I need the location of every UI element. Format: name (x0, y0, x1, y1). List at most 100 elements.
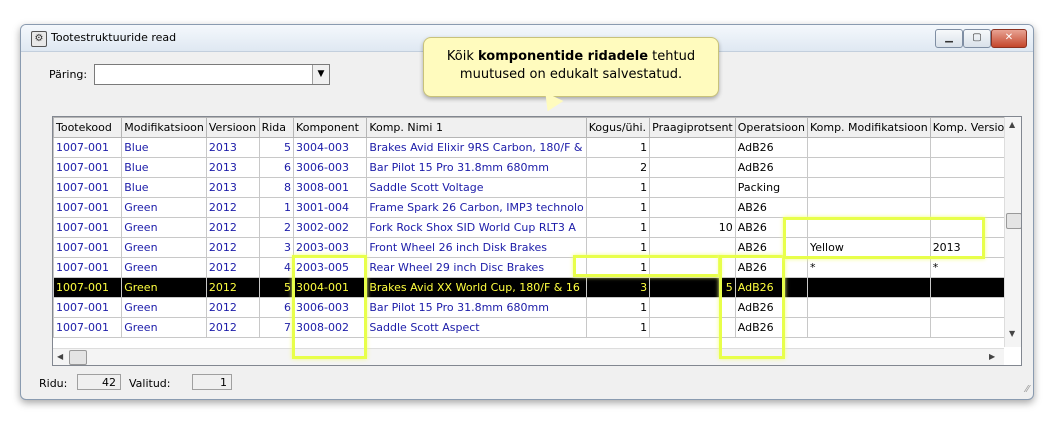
table-cell[interactable]: Frame Spark 26 Carbon, IMP3 technolo (366, 197, 587, 218)
table-cell[interactable]: 2013 (205, 157, 260, 178)
table-cell[interactable]: 2012 (205, 277, 260, 298)
vertical-scrollbar[interactable]: ▲ ▼ (1004, 117, 1021, 347)
table-cell[interactable] (649, 237, 736, 258)
table-cell[interactable]: AB26 (734, 237, 808, 258)
table-cell[interactable]: 5 (649, 277, 736, 298)
table-cell[interactable]: 1 (585, 217, 651, 238)
table-cell[interactable]: AdB26 (734, 317, 808, 338)
table-cell[interactable]: AdB26 (734, 137, 808, 158)
scroll-left-icon[interactable]: ◀ (57, 352, 63, 361)
table-cell[interactable]: 2 (585, 157, 651, 178)
table-row[interactable]: 1007-001 Green 2012 2 3002-002 Fork Rock Shox… (53, 217, 1021, 238)
column-header[interactable]: Rida (258, 117, 295, 138)
table-cell[interactable]: 1 (585, 257, 651, 278)
table-row[interactable]: 1007-001 Green 2012 5 3004-001 Brakes Avid XX… (53, 277, 1021, 298)
table-cell[interactable]: 3 (258, 237, 295, 258)
table-cell[interactable]: 10 (649, 217, 736, 238)
table-cell[interactable]: Rear Wheel 29 inch Disc Brakes (366, 257, 587, 278)
table-cell[interactable]: 1007-001 (53, 297, 123, 318)
table-cell[interactable]: Green (121, 257, 207, 278)
table-cell[interactable]: 1007-001 (53, 277, 123, 298)
table-cell[interactable]: 2012 (205, 297, 260, 318)
maximize-button[interactable]: ▢ (963, 29, 991, 48)
table-cell[interactable]: AdB26 (734, 277, 808, 298)
column-header[interactable]: Versioon (205, 117, 260, 138)
table-cell[interactable] (806, 177, 931, 198)
table-cell[interactable]: 5 (258, 137, 295, 158)
table-row[interactable]: 1007-001 Blue 2013 8 3008-001 Saddle Scott Vo… (53, 177, 1021, 198)
table-cell[interactable]: 3008-002 (293, 317, 368, 338)
minimize-button[interactable]: ▁ (935, 29, 963, 48)
table-cell[interactable]: 2003-003 (293, 237, 368, 258)
table-cell[interactable]: 1 (258, 197, 295, 218)
table-cell[interactable]: AdB26 (734, 297, 808, 318)
table-cell[interactable]: 2012 (205, 237, 260, 258)
chevron-down-icon[interactable]: ▼ (312, 65, 329, 84)
table-cell[interactable]: * (806, 257, 931, 278)
close-button[interactable]: ✕ (991, 29, 1027, 48)
table-cell[interactable]: 2012 (205, 197, 260, 218)
table-cell[interactable]: Packing (734, 177, 808, 198)
table-cell[interactable]: 2013 (205, 177, 260, 198)
horizontal-scroll-thumb[interactable] (69, 350, 87, 365)
table-cell[interactable]: 3006-003 (293, 157, 368, 178)
table-cell[interactable]: Blue (121, 157, 207, 178)
table-cell[interactable]: Saddle Scott Aspect (366, 317, 587, 338)
table-cell[interactable]: Green (121, 197, 207, 218)
table-cell[interactable]: 1 (585, 297, 651, 318)
table-cell[interactable] (649, 257, 736, 278)
scroll-up-icon[interactable]: ▲ (1009, 120, 1015, 129)
table-cell[interactable]: 6 (258, 157, 295, 178)
table-cell[interactable]: Green (121, 217, 207, 238)
table-cell[interactable] (806, 137, 931, 158)
table-cell[interactable]: Green (121, 317, 207, 338)
horizontal-scrollbar[interactable]: ◀ ▶ (53, 348, 1004, 365)
scroll-right-icon[interactable]: ▶ (989, 352, 995, 361)
table-cell[interactable]: Green (121, 237, 207, 258)
table-cell[interactable] (649, 137, 736, 158)
table-cell[interactable]: AB26 (734, 197, 808, 218)
table-cell[interactable]: 8 (258, 177, 295, 198)
table-cell[interactable] (806, 197, 931, 218)
table-cell[interactable] (649, 197, 736, 218)
table-cell[interactable]: 3 (585, 277, 651, 298)
table-cell[interactable]: 1 (585, 237, 651, 258)
column-header[interactable]: Praagiprotsent (649, 117, 736, 138)
table-cell[interactable]: Front Wheel 26 inch Disk Brakes (366, 237, 587, 258)
table-cell[interactable] (806, 157, 931, 178)
table-cell[interactable]: 2003-005 (293, 257, 368, 278)
table-cell[interactable]: AdB26 (734, 157, 808, 178)
scroll-down-icon[interactable]: ▼ (1009, 329, 1015, 338)
column-header[interactable]: Komp. Nimi 1 (366, 117, 587, 138)
table-cell[interactable] (649, 317, 736, 338)
table-cell[interactable]: Fork Rock Shox SID World Cup RLT3 A (366, 217, 587, 238)
table-cell[interactable]: 1007-001 (53, 217, 123, 238)
table-cell[interactable]: 1007-001 (53, 157, 123, 178)
column-header[interactable]: Komp. Modifikatsioon (806, 117, 931, 138)
table-cell[interactable]: 2 (258, 217, 295, 238)
table-cell[interactable]: Green (121, 297, 207, 318)
table-cell[interactable]: 2012 (205, 257, 260, 278)
table-cell[interactable]: 2013 (205, 137, 260, 158)
table-cell[interactable]: Bar Pilot 15 Pro 31.8mm 680mm (366, 157, 587, 178)
query-dropdown[interactable]: ▼ (94, 64, 330, 85)
table-cell[interactable]: 4 (258, 257, 295, 278)
table-cell[interactable]: 2012 (205, 317, 260, 338)
table-cell[interactable]: Saddle Scott Voltage (366, 177, 587, 198)
table-cell[interactable]: Brakes Avid XX World Cup, 180/F & 16 (366, 277, 587, 298)
table-cell[interactable] (806, 217, 931, 238)
table-row[interactable]: 1007-001 Green 2012 4 2003-005 Rear Wheel 29 … (53, 257, 1021, 278)
table-cell[interactable] (649, 177, 736, 198)
table-cell[interactable]: Blue (121, 137, 207, 158)
table-cell[interactable]: Blue (121, 177, 207, 198)
column-header[interactable]: Tootekood (53, 117, 123, 138)
table-cell[interactable]: 3004-003 (293, 137, 368, 158)
table-cell[interactable]: 1007-001 (53, 177, 123, 198)
column-header[interactable]: Komponent (293, 117, 368, 138)
components-grid[interactable]: Tootekood Modifikatsioon Versioon Rida Kompo… (52, 116, 1022, 366)
table-cell[interactable]: 1 (585, 177, 651, 198)
column-header[interactable]: Operatsioon (734, 117, 808, 138)
table-cell[interactable]: AB26 (734, 217, 808, 238)
table-cell[interactable]: 1 (585, 137, 651, 158)
table-cell[interactable]: 1007-001 (53, 137, 123, 158)
